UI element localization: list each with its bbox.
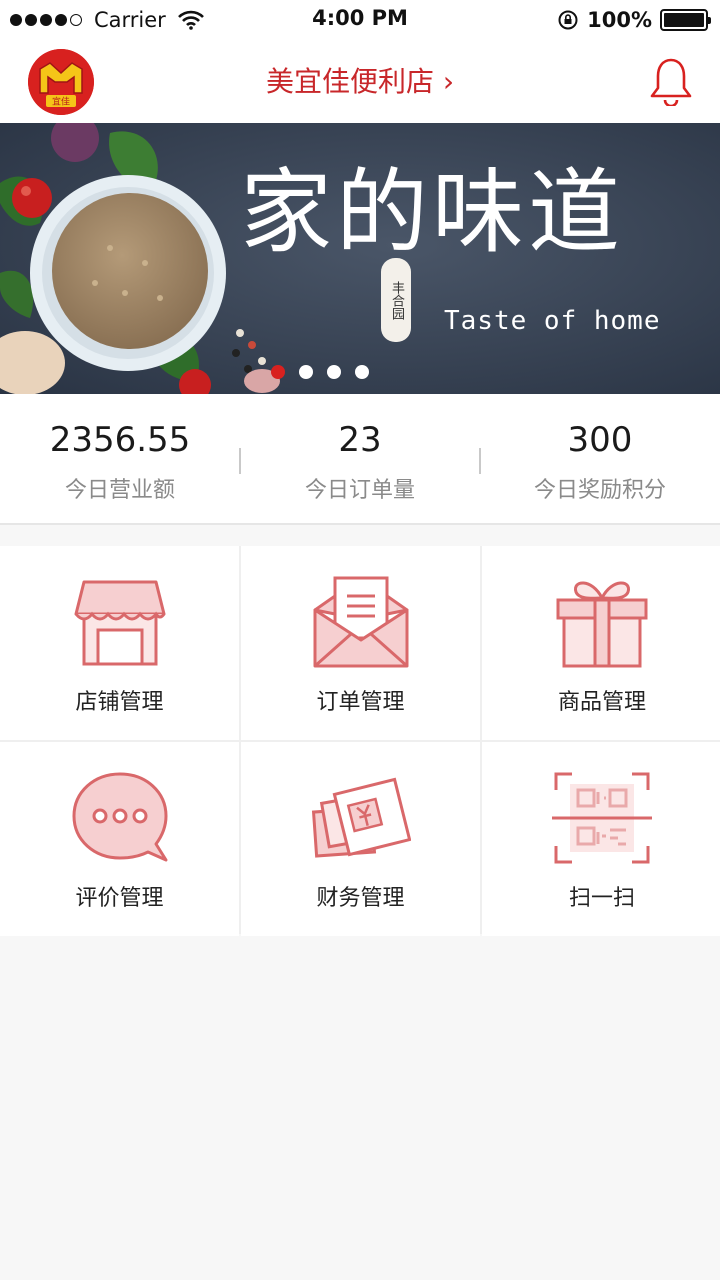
stat-label: 今日营业额: [64, 478, 175, 503]
menu-finance-management[interactable]: 财务管理: [241, 742, 480, 936]
battery-percentage: 100%: [587, 8, 652, 32]
order-envelope-icon: [313, 576, 408, 668]
shop-icon: [74, 580, 165, 666]
stat-revenue[interactable]: 2356.55 今日营业额: [0, 394, 240, 523]
menu-label: 评价管理: [75, 886, 164, 911]
money-cards-icon: [311, 777, 411, 858]
function-grid: 店铺管理 订单管理 商品管理 评价管理 财务管理 扫一扫: [0, 546, 720, 936]
comment-bubble-icon: [72, 772, 167, 862]
menu-store-management[interactable]: 店铺管理: [0, 546, 239, 740]
menu-label: 商品管理: [557, 690, 646, 715]
banner-page-indicator[interactable]: [0, 365, 720, 379]
banner-brand-tag: 丰合园: [381, 258, 411, 342]
stat-divider: [479, 448, 481, 474]
stat-value: 23: [338, 420, 382, 460]
banner-subtitle: Taste of home: [444, 306, 661, 336]
battery-icon: [660, 9, 711, 31]
menu-order-management[interactable]: 订单管理: [241, 546, 480, 740]
menu-review-management[interactable]: 评价管理: [0, 742, 239, 936]
page-dot[interactable]: [271, 365, 285, 379]
page-dot[interactable]: [299, 365, 313, 379]
stat-value: 300: [567, 420, 633, 460]
stat-label: 今日订单量: [304, 478, 415, 503]
menu-label: 扫一扫: [568, 886, 635, 911]
stat-value: 2356.55: [49, 420, 191, 460]
menu-label: 店铺管理: [75, 690, 164, 715]
page-dot[interactable]: [355, 365, 369, 379]
menu-scan[interactable]: 扫一扫: [482, 742, 720, 936]
menu-label: 订单管理: [316, 690, 405, 715]
menu-label: 财务管理: [316, 886, 405, 911]
rotation-lock-icon: [558, 10, 578, 30]
stat-orders[interactable]: 23 今日订单量: [240, 394, 480, 523]
stat-points[interactable]: 300 今日奖励积分: [480, 394, 720, 523]
status-bar: Carrier 4:00 PM 100%: [0, 0, 720, 40]
app-header: 宜佳 美宜佳便利店 ›: [0, 40, 720, 123]
stat-label: 今日奖励积分: [533, 478, 666, 503]
notification-bell-icon[interactable]: [648, 56, 694, 106]
promo-banner[interactable]: 家的味道 丰合园 Taste of home: [0, 123, 720, 394]
menu-product-management[interactable]: 商品管理: [482, 546, 720, 740]
banner-title: 家的味道: [240, 159, 625, 266]
today-stats: 2356.55 今日营业额 23 今日订单量 300 今日奖励积分: [0, 394, 720, 525]
qr-scan-icon: [552, 772, 652, 864]
store-selector[interactable]: 美宜佳便利店 ›: [0, 60, 720, 100]
stat-divider: [239, 448, 241, 474]
page-dot[interactable]: [327, 365, 341, 379]
gift-icon: [556, 581, 648, 668]
